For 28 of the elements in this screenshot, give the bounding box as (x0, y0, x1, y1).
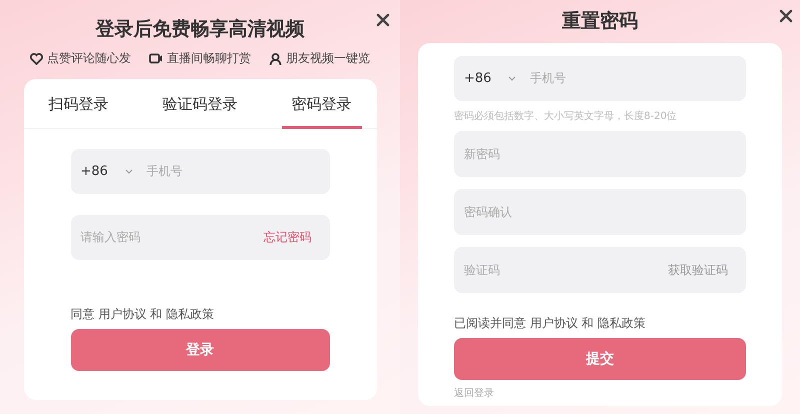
phone-field[interactable]: +86 手机号 (70, 149, 330, 194)
phone-field[interactable]: +86 手机号 (454, 56, 746, 101)
login-tab[interactable]: 扫码登录 (38, 93, 118, 129)
feature-label: 朋友视频一键览 (286, 50, 370, 67)
feature-label: 直播间畅聊打赏 (167, 50, 251, 67)
agreement-text: 已阅读并同意 用户协议 和 隐私政策 (454, 315, 646, 332)
camera-icon (149, 53, 163, 64)
country-code[interactable]: +86 (80, 164, 116, 179)
privacy-link[interactable]: 隐私政策 (166, 307, 214, 321)
agreement-text: 同意 用户协议 和 隐私政策 (70, 306, 215, 323)
close-icon (376, 13, 390, 27)
terms-link[interactable]: 用户协议 (98, 307, 146, 321)
dialog-title: 登录后免费畅享高清视频 (96, 17, 304, 42)
feature-label: 点赞评论随心发 (47, 50, 131, 67)
password-hint: 密码必须包括数字、大小写英文字母，长度8-20位 (454, 110, 678, 123)
country-code[interactable]: +86 (464, 71, 500, 86)
heart-icon (30, 52, 43, 64)
close-icon (779, 9, 793, 23)
chevron-icon (124, 168, 132, 174)
login-tab[interactable]: 验证码登录 (152, 93, 248, 129)
login-tab[interactable]: 密码登录 (282, 93, 362, 129)
terms-link[interactable]: 用户协议 (530, 316, 578, 330)
chevron-icon (508, 76, 516, 82)
dialog-title: 重置密码 (562, 9, 638, 34)
people-icon (269, 52, 282, 64)
close-button[interactable] (376, 13, 390, 27)
privacy-link[interactable]: 隐私政策 (597, 316, 646, 330)
close-button[interactable] (779, 9, 793, 23)
